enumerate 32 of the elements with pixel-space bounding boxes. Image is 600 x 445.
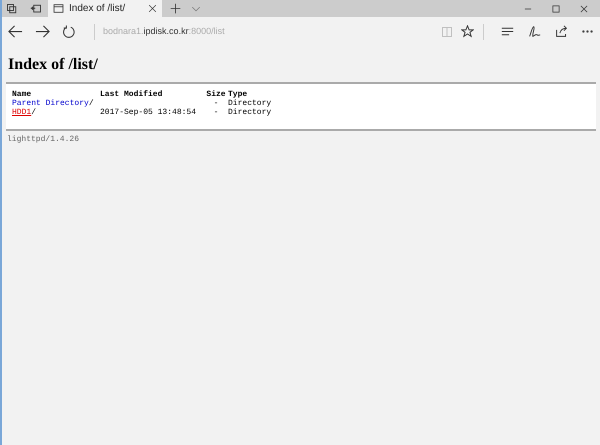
tab-title: Index of /list/ bbox=[69, 2, 126, 16]
tab-set-icon[interactable] bbox=[6, 2, 18, 14]
page-icon[interactable] bbox=[53, 3, 64, 14]
table-cell: - bbox=[214, 108, 218, 117]
refresh-icon[interactable] bbox=[62, 24, 76, 38]
column-header: Type bbox=[228, 90, 248, 99]
column-header: Size bbox=[205, 90, 227, 99]
directory-link[interactable]: Parent Directory bbox=[12, 99, 89, 108]
path-separator: / bbox=[31, 108, 36, 117]
tab-back-icon[interactable] bbox=[30, 2, 42, 14]
address-field[interactable]: bodnara1.ipdisk.co.kr:8000/list bbox=[103, 24, 225, 38]
column-header: Name bbox=[12, 90, 32, 99]
list-icon[interactable] bbox=[501, 25, 514, 38]
page-heading: Index of /list/ bbox=[8, 57, 99, 73]
close-icon[interactable] bbox=[148, 4, 157, 13]
column-header: Last Modified bbox=[100, 90, 164, 99]
path-separator: / bbox=[88, 99, 94, 108]
table-cell: 2017-Sep-05 13:48:54 bbox=[100, 108, 196, 117]
star-icon[interactable] bbox=[461, 25, 474, 38]
directory-link[interactable]: HDD1 bbox=[12, 108, 32, 117]
table-cell: - bbox=[214, 99, 218, 108]
pen-icon[interactable] bbox=[528, 25, 541, 38]
share-icon[interactable] bbox=[555, 25, 568, 38]
forward-arrow-icon[interactable] bbox=[35, 24, 50, 39]
close-icon[interactable] bbox=[579, 4, 589, 14]
maximize-icon[interactable] bbox=[551, 4, 561, 14]
plus-icon[interactable] bbox=[170, 3, 181, 14]
browser-tab[interactable]: Index of /list/ bbox=[48, 0, 162, 17]
back-arrow-icon[interactable] bbox=[8, 24, 23, 39]
server-signature: lighttpd/1.4.26 bbox=[7, 134, 80, 146]
table-cell: Directory bbox=[228, 99, 272, 108]
table-cell: Directory bbox=[228, 108, 272, 117]
